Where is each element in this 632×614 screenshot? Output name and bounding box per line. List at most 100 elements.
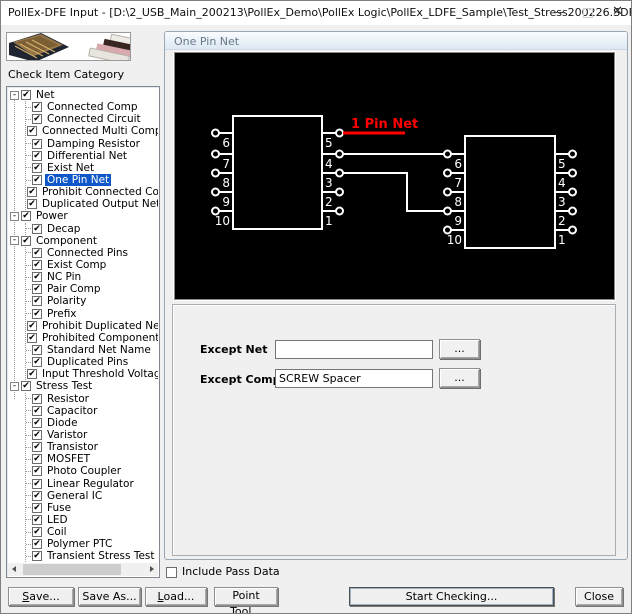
tree-item-standard-net-name[interactable]: ✔ Standard Net Name xyxy=(26,344,158,356)
checkbox-decap[interactable]: ✔ xyxy=(32,223,42,234)
tree-item-varistor[interactable]: ✔ Varistor xyxy=(26,429,158,441)
except-net-input[interactable] xyxy=(275,340,433,359)
tree-item-prohibit-duplicated-net[interactable]: ✔ Prohibit Duplicated Net xyxy=(26,320,158,332)
checkbox-transient-stress-test[interactable]: ✔ xyxy=(32,551,42,562)
checkbox-coil[interactable]: ✔ xyxy=(32,527,42,538)
checkbox-pair-comp[interactable]: ✔ xyxy=(32,284,42,295)
tree-item-duplicated-output-net[interactable]: ✔ Duplicated Output Net xyxy=(26,198,158,210)
checkbox-capacitor[interactable]: ✔ xyxy=(32,405,42,416)
tree-item-exist-net[interactable]: ✔ Exist Net xyxy=(26,162,158,174)
checkbox-general-ic[interactable]: ✔ xyxy=(32,490,42,501)
checkbox-component[interactable]: ✔ xyxy=(21,235,31,246)
checkbox-power[interactable]: ✔ xyxy=(21,211,31,222)
checkbox-connected-multi-comp[interactable]: ✔ xyxy=(27,126,37,137)
tree-item-coil[interactable]: ✔ Coil xyxy=(26,526,158,538)
start-checking-button[interactable]: Start Checking... xyxy=(349,587,554,606)
maximize-icon[interactable] xyxy=(583,8,593,18)
checkbox-connected-circuit[interactable]: ✔ xyxy=(32,114,42,125)
tree-item-fuse[interactable]: ✔ Fuse xyxy=(26,502,158,514)
minimize-icon[interactable] xyxy=(554,12,565,13)
collapse-icon[interactable]: - xyxy=(10,211,19,221)
tree-item-input-threshold-voltage[interactable]: ✔ Input Threshold Voltage xyxy=(26,368,158,380)
tree-item-transistor[interactable]: ✔ Transistor xyxy=(26,441,158,453)
checkbox-standard-net-name[interactable]: ✔ xyxy=(32,345,42,356)
scroll-right-button[interactable] xyxy=(145,563,158,576)
tree-item-component[interactable]: - ✔ Component xyxy=(9,235,158,247)
checkbox-prohibit-duplicated-net[interactable]: ✔ xyxy=(27,320,37,331)
checkbox-duplicated-pins[interactable]: ✔ xyxy=(32,357,42,368)
checkbox-resistor[interactable]: ✔ xyxy=(32,393,42,404)
tree-item-net[interactable]: - ✔ Net xyxy=(9,89,158,101)
tree-item-polarity[interactable]: ✔ Polarity xyxy=(26,295,158,307)
checkbox-exist-comp[interactable]: ✔ xyxy=(32,260,42,271)
tree-item-power[interactable]: - ✔ Power xyxy=(9,210,158,222)
checkbox-polarity[interactable]: ✔ xyxy=(32,296,42,307)
tree-item-connected-pins[interactable]: ✔ Connected Pins xyxy=(26,247,158,259)
tree-item-polymer-ptc[interactable]: ✔ Polymer PTC xyxy=(26,538,158,550)
tree-item-connected-circuit[interactable]: ✔ Connected Circuit xyxy=(26,113,158,125)
save-as-button[interactable]: Save As... xyxy=(78,587,141,606)
checkbox-fuse[interactable]: ✔ xyxy=(32,502,42,513)
tree-item-prohibited-component[interactable]: ✔ Prohibited Component xyxy=(26,332,158,344)
checkbox-linear-regulator[interactable]: ✔ xyxy=(32,478,42,489)
tree-item-pair-comp[interactable]: ✔ Pair Comp xyxy=(26,283,158,295)
tree-item-damping-resistor[interactable]: ✔ Damping Resistor xyxy=(26,138,158,150)
tree-item-connected-multi-comp[interactable]: ✔ Connected Multi Comp xyxy=(26,125,158,137)
tree-horizontal-scrollbar[interactable] xyxy=(8,563,158,576)
tree-item-duplicated-pins[interactable]: ✔ Duplicated Pins xyxy=(26,356,158,368)
checkbox-one-pin-net[interactable]: ✔ xyxy=(32,175,42,186)
tree-item-transient-stress-test[interactable]: ✔ Transient Stress Test xyxy=(26,550,158,562)
tree-item-stress-test[interactable]: - ✔ Stress Test xyxy=(9,380,158,392)
checkbox-stress-test[interactable]: ✔ xyxy=(21,381,31,392)
include-pass-data-checkbox[interactable] xyxy=(166,567,177,578)
tree-item-decap[interactable]: ✔ Decap xyxy=(26,223,158,235)
tree-item-connected-comp[interactable]: ✔ Connected Comp xyxy=(26,101,158,113)
collapse-icon[interactable]: - xyxy=(10,381,19,391)
checkbox-input-threshold-voltage[interactable]: ✔ xyxy=(27,369,37,380)
tree-item-mosfet[interactable]: ✔ MOSFET xyxy=(26,453,158,465)
checkbox-exist-net[interactable]: ✔ xyxy=(32,162,42,173)
tree-item-prohibit-connected-comp[interactable]: ✔ Prohibit Connected Comp xyxy=(26,186,158,198)
close-button[interactable]: Close xyxy=(575,587,623,606)
checkbox-photo-coupler[interactable]: ✔ xyxy=(32,466,42,477)
tree-item-prefix[interactable]: ✔ Prefix xyxy=(26,308,158,320)
close-icon[interactable]: ✕ xyxy=(612,4,623,19)
checkbox-connected-comp[interactable]: ✔ xyxy=(32,102,42,113)
checkbox-prohibited-component[interactable]: ✔ xyxy=(27,332,37,343)
checkbox-led[interactable]: ✔ xyxy=(32,514,42,525)
tree-item-diode[interactable]: ✔ Diode xyxy=(26,417,158,429)
scrollbar-thumb[interactable] xyxy=(22,563,122,576)
except-comp-input[interactable] xyxy=(275,369,433,388)
tree-item-photo-coupler[interactable]: ✔ Photo Coupler xyxy=(26,465,158,477)
point-tool-button[interactable]: Point Tool... xyxy=(214,587,278,613)
checkbox-duplicated-output-net[interactable]: ✔ xyxy=(27,199,37,210)
checkbox-mosfet[interactable]: ✔ xyxy=(32,454,42,465)
tree-item-led[interactable]: ✔ LED xyxy=(26,514,158,526)
checkbox-diode[interactable]: ✔ xyxy=(32,417,42,428)
tree-item-nc-pin[interactable]: ✔ NC Pin xyxy=(26,271,158,283)
save-button[interactable]: Save... xyxy=(8,587,74,606)
except-comp-browse-button[interactable]: ... xyxy=(439,368,480,388)
checkbox-prefix[interactable]: ✔ xyxy=(32,308,42,319)
checkbox-varistor[interactable]: ✔ xyxy=(32,430,42,440)
checkbox-net[interactable]: ✔ xyxy=(21,90,31,101)
tree-item-linear-regulator[interactable]: ✔ Linear Regulator xyxy=(26,478,158,490)
checkbox-polymer-ptc[interactable]: ✔ xyxy=(32,539,42,550)
tree-item-differential-net[interactable]: ✔ Differential Net xyxy=(26,150,158,162)
except-net-browse-button[interactable]: ... xyxy=(439,339,480,359)
tree-item-resistor[interactable]: ✔ Resistor xyxy=(26,393,158,405)
tree-item-capacitor[interactable]: ✔ Capacitor xyxy=(26,405,158,417)
load-button[interactable]: Load... xyxy=(145,587,207,606)
collapse-icon[interactable]: - xyxy=(10,236,19,246)
collapse-icon[interactable]: - xyxy=(10,90,19,100)
checkbox-transistor[interactable]: ✔ xyxy=(32,442,42,453)
checkbox-nc-pin[interactable]: ✔ xyxy=(32,272,42,283)
scroll-left-button[interactable] xyxy=(8,563,21,576)
tree-item-exist-comp[interactable]: ✔ Exist Comp xyxy=(26,259,158,271)
checkbox-damping-resistor[interactable]: ✔ xyxy=(32,138,42,149)
checkbox-differential-net[interactable]: ✔ xyxy=(32,150,42,161)
checkbox-prohibit-connected-comp[interactable]: ✔ xyxy=(27,187,37,198)
tree-item-general-ic[interactable]: ✔ General IC xyxy=(26,490,158,502)
tree-item-one-pin-net[interactable]: ✔ One Pin Net xyxy=(26,174,158,187)
checkbox-connected-pins[interactable]: ✔ xyxy=(32,247,42,258)
